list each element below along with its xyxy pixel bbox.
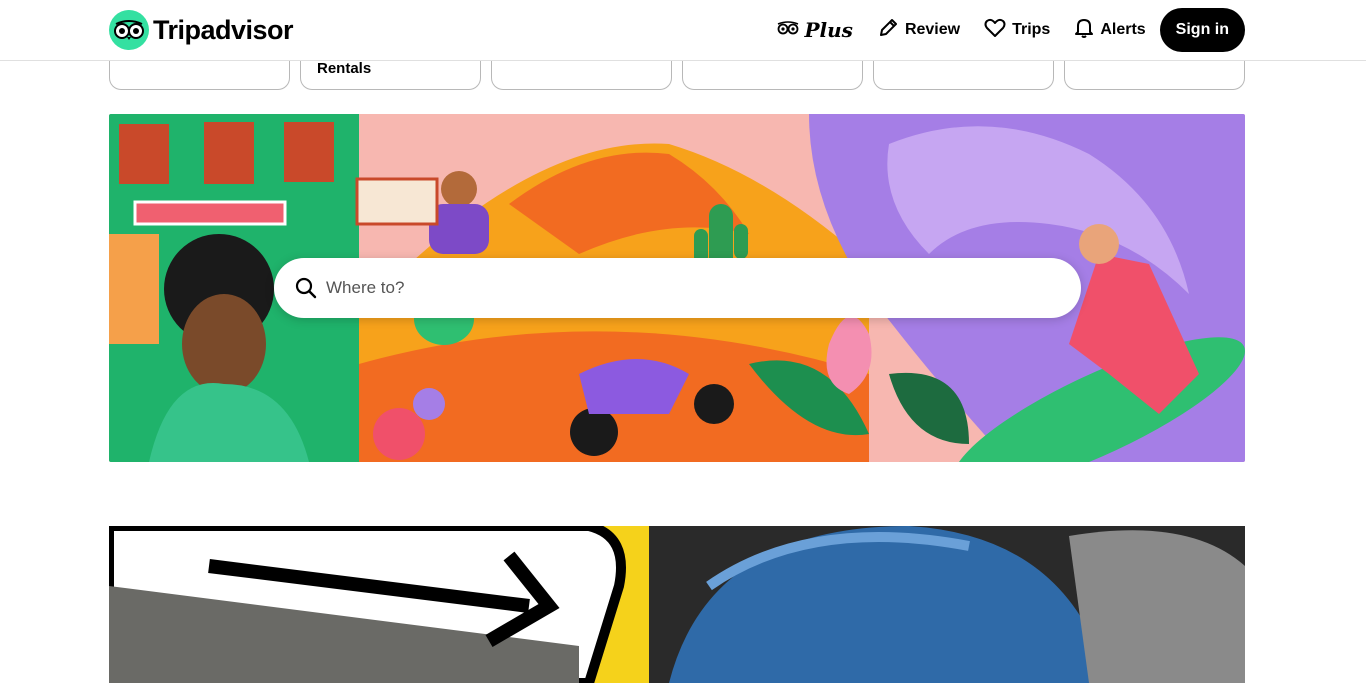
tripadvisor-logo[interactable]: Tripadvisor [109,10,294,50]
review-label: Review [904,21,961,38]
search-icon [294,276,318,300]
owl-eyes-icon [777,20,799,40]
review-link[interactable]: Review [865,8,972,52]
sign-in-button[interactable]: Sign in [1159,8,1245,52]
alerts-link[interactable]: Alerts [1062,8,1157,52]
trips-link[interactable]: Trips [972,8,1062,52]
trips-label: Trips [1012,21,1051,38]
plus-label: Plus [804,18,853,42]
header-nav: Plus Review Trips Alerts Sign in [765,8,1245,52]
promo-artwork [109,526,1245,683]
brand-name: Tripadvisor [153,14,294,45]
search-bar[interactable] [274,258,1081,318]
owl-logo-icon [109,10,149,50]
pencil-icon [877,17,899,44]
category-tile-label: Rentals [317,60,372,77]
heart-icon [984,18,1006,43]
plus-link[interactable]: Plus [765,8,865,52]
top-header: Tripadvisor Plus Review Trips Alerts Sig… [0,0,1366,61]
bell-icon [1074,17,1094,44]
search-input[interactable] [326,268,1046,308]
promo-banner-image[interactable] [109,526,1245,683]
alerts-label: Alerts [1100,21,1146,38]
